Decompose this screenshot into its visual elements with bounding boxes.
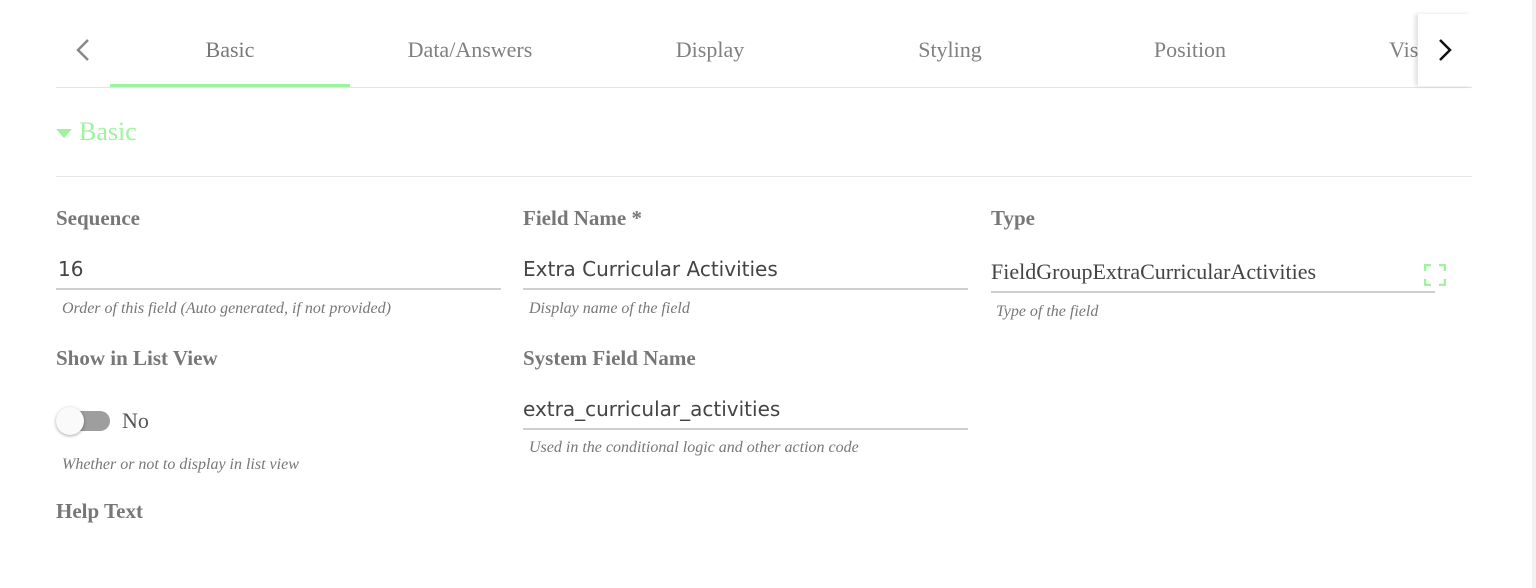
show-in-list-view-state: No <box>122 408 149 433</box>
help-text-label: Help Text <box>56 499 143 523</box>
system-field-name-hint: Used in the conditional logic and other … <box>529 439 859 456</box>
tab-display[interactable]: Display <box>590 14 830 86</box>
toggle-knob <box>56 407 84 435</box>
type-hint: Type of the field <box>996 303 1099 320</box>
section-title: Basic <box>79 117 137 146</box>
chevron-right-icon <box>1439 39 1452 61</box>
caret-down-icon <box>56 128 72 138</box>
tab-label: Styling <box>918 37 982 62</box>
tab-position[interactable]: Position <box>1070 14 1310 86</box>
tab-scroll-prev-button[interactable] <box>56 14 110 86</box>
active-tab-indicator <box>110 84 350 87</box>
tab-label: Position <box>1153 37 1227 62</box>
type-input[interactable]: FieldGroupExtraCurricularActivities <box>991 253 1435 293</box>
show-in-list-view-hint: Whether or not to display in list view <box>62 456 299 473</box>
field-name-input[interactable]: Extra Curricular Activities <box>523 250 968 290</box>
tab-label: Visibility <box>1389 37 1418 62</box>
field-name-hint: Display name of the field <box>529 300 690 317</box>
type-value: FieldGroupExtraCurricularActivities <box>991 259 1317 284</box>
show-in-list-view-label: Show in List View <box>56 346 218 370</box>
tab-basic[interactable]: Basic <box>110 14 350 86</box>
tab-label: Display <box>675 37 745 62</box>
sequence-value: 16 <box>58 257 84 281</box>
system-field-name-value: extra_curricular_activities <box>523 397 781 421</box>
field-name-value: Extra Curricular Activities <box>523 257 778 281</box>
show-in-list-view-toggle[interactable] <box>56 406 112 436</box>
sequence-label: Sequence <box>56 206 140 230</box>
expand-icon[interactable] <box>1424 264 1446 286</box>
tab-data-answers[interactable]: Data/Answers <box>350 14 590 86</box>
section-header-basic[interactable]: Basic <box>56 112 137 152</box>
system-field-name-label: System Field Name <box>523 346 696 370</box>
tab-bar: Basic Data/Answers Display Styling Posit… <box>56 14 1472 88</box>
tab-label: Basic <box>205 37 255 62</box>
type-label: Type <box>991 206 1035 230</box>
system-field-name-input[interactable]: extra_curricular_activities <box>523 390 968 430</box>
tab-label: Data/Answers <box>407 37 533 62</box>
field-name-label: Field Name * <box>523 206 642 230</box>
tab-visibility[interactable]: Visibility <box>1310 14 1418 86</box>
tab-styling[interactable]: Styling <box>830 14 1070 86</box>
tabs-viewport: Basic Data/Answers Display Styling Posit… <box>110 14 1418 88</box>
tab-scroll-next-button[interactable] <box>1418 14 1472 86</box>
section-divider <box>56 176 1472 177</box>
sequence-hint: Order of this field (Auto generated, if … <box>62 300 391 317</box>
sequence-input[interactable]: 16 <box>56 250 501 290</box>
page-scrollbar[interactable] <box>1532 0 1536 588</box>
chevron-left-icon <box>76 39 89 61</box>
